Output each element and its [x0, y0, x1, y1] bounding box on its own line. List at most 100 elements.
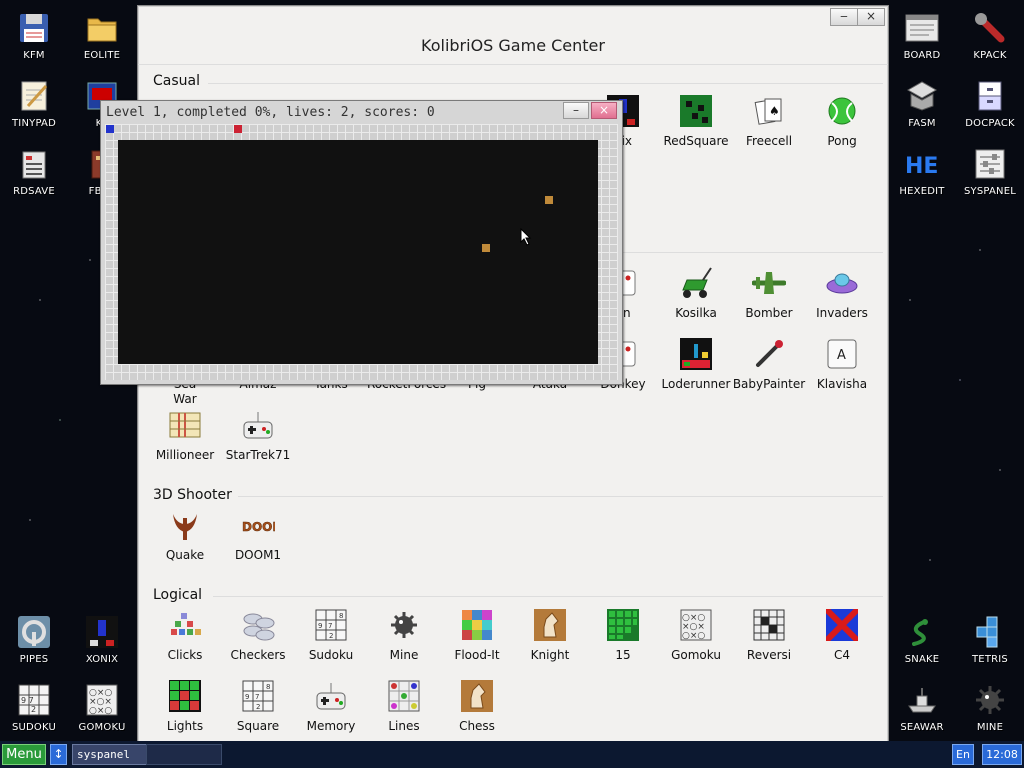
ufo-icon [825, 266, 859, 300]
desktop-icon-fasm[interactable]: FASM [888, 78, 956, 129]
desktop-icon-tetris[interactable]: TETRIS [956, 614, 1024, 665]
game-reversi[interactable]: Reversi [732, 608, 806, 662]
game-millioneer[interactable]: Millioneer [148, 408, 222, 462]
seawar-icon [904, 682, 940, 718]
pipette-icon [752, 337, 786, 371]
game-label: Lines [388, 719, 420, 733]
desktop-icon-mine[interactable]: MINE [956, 682, 1024, 733]
pipes-icon [16, 614, 52, 650]
desktop-icon-hexedit[interactable]: HE HEXEDIT [888, 146, 956, 197]
desktop-icon-pipes[interactable]: PIPES [0, 614, 68, 665]
board-icon [904, 10, 940, 46]
close-button[interactable]: × [591, 102, 617, 119]
desktop-icon-label: PIPES [19, 654, 49, 665]
minimize-button[interactable]: ‒ [830, 8, 858, 26]
c4-icon [825, 608, 859, 642]
desktop-icon-label: SNAKE [904, 654, 940, 665]
section-divider [213, 596, 883, 597]
game-startrek71[interactable]: StarTrek71 [221, 408, 295, 462]
desktop-icon-docpack[interactable]: DOCPACK [956, 78, 1024, 129]
svg-text:7: 7 [328, 622, 332, 630]
game-c4[interactable]: C4 [805, 608, 879, 662]
section-divider [238, 496, 883, 497]
game-mine[interactable]: Mine [367, 608, 441, 662]
game-doom1[interactable]: DOOM DOOM1 [221, 508, 295, 562]
game-babypainter[interactable]: BabyPainter [732, 337, 806, 391]
desktop-icon-seawar[interactable]: SEAWAR [888, 682, 956, 733]
svg-text:8: 8 [339, 612, 343, 620]
svg-text:2: 2 [31, 705, 36, 714]
checkers-icon [241, 608, 275, 642]
game-checkers[interactable]: Checkers [221, 608, 295, 662]
game-label: 15 [615, 648, 631, 662]
game-klavisha[interactable]: A Klavisha [805, 337, 879, 391]
game-quake[interactable]: Quake [148, 508, 222, 562]
minimize-button[interactable]: – [563, 102, 589, 119]
desktop-icon-label: FASM [908, 118, 936, 129]
desktop-icon-kpack[interactable]: KPACK [956, 10, 1024, 61]
game-label: Quake [165, 548, 205, 562]
section-title-logical: Logical [153, 587, 203, 603]
game-kosilka[interactable]: Kosilka [659, 266, 733, 320]
game-15[interactable]: 15 [586, 608, 660, 662]
game-lights[interactable]: Lights [148, 679, 222, 733]
game-freecell[interactable]: ♠ Freecell [732, 94, 806, 148]
game-gomoku[interactable]: ○×○ ×○× ○×○ Gomoku [659, 608, 733, 662]
desktop-icon-label: GOMOKU [78, 722, 126, 733]
game-invaders[interactable]: Invaders [805, 266, 879, 320]
game-square[interactable]: 8 97 2 Square [221, 679, 295, 733]
game-knight[interactable]: Knight [513, 608, 587, 662]
game-flood-it[interactable]: Flood-It [440, 608, 514, 662]
switch-windows-button[interactable]: ↕ [50, 744, 67, 765]
desktop-icon-xonix[interactable]: XONIX [68, 614, 136, 665]
game-center-titlebar[interactable]: ‒ × KolibriOS Game Center [138, 6, 888, 65]
game-clicks[interactable]: Clicks [148, 608, 222, 662]
taskbar-item-syspanel[interactable]: syspanel [72, 744, 148, 765]
desktop-icon-board[interactable]: BOARD [888, 10, 956, 61]
game-lines[interactable]: Lines [367, 679, 441, 733]
desktop-icon-rdsave[interactable]: RDSAVE [0, 146, 68, 197]
game-label: Memory [306, 719, 356, 733]
xonix-play-field[interactable] [118, 140, 598, 364]
wrench-icon [972, 10, 1008, 46]
game-memory[interactable]: Memory [294, 679, 368, 733]
mine-icon [387, 608, 421, 642]
desktop-icon-tinypad[interactable]: TINYPAD [0, 78, 68, 129]
svg-text:DOOM: DOOM [242, 520, 275, 534]
language-indicator[interactable]: En [952, 744, 974, 765]
section-title-3d-shooter: 3D Shooter [153, 487, 232, 503]
flood-it-icon [460, 608, 494, 642]
game-label: Freecell [745, 134, 793, 148]
game-loderunner[interactable]: Loderunner [659, 337, 733, 391]
desktop-icon-sudoku[interactable]: 9 72 SUDOKU [0, 682, 68, 733]
game-chess[interactable]: Chess [440, 679, 514, 733]
desktop-icon-syspanel[interactable]: SYSPANEL [956, 146, 1024, 197]
game-label: Pong [827, 134, 857, 148]
taskbar-item-empty[interactable] [146, 744, 222, 765]
svg-text:9: 9 [245, 693, 249, 701]
desktop-icon-eolite[interactable]: EOLITE [68, 10, 136, 61]
game-pong[interactable]: Pong [805, 94, 879, 148]
desktop-icon-label: SUDOKU [11, 722, 57, 733]
desktop-icon-kfm[interactable]: KFM [0, 10, 68, 61]
square-icon: 8 97 2 [241, 679, 275, 713]
clock[interactable]: 12:08 [982, 744, 1022, 765]
gomoku-icon: ○×○ ×○× ○×○ [679, 608, 713, 642]
game-sudoku[interactable]: 8 97 2 Sudoku [294, 608, 368, 662]
game-label: Invaders [816, 306, 868, 320]
menu-button[interactable]: Menu [2, 744, 46, 765]
gamepad-icon [241, 408, 275, 442]
game-bomber[interactable]: Bomber [732, 266, 806, 320]
game-redsquare[interactable]: RedSquare [659, 94, 733, 148]
lights-icon [168, 679, 202, 713]
svg-text:HE: HE [905, 154, 938, 179]
cards-icon: ♠ [752, 94, 786, 128]
loderunner-icon [679, 337, 713, 371]
hexedit-icon: HE [904, 146, 940, 182]
xonix-status-title[interactable]: Level 1, completed 0%, lives: 2, scores:… [106, 105, 435, 120]
close-button[interactable]: × [857, 8, 885, 26]
desktop-icon-snake[interactable]: SNAKE [888, 614, 956, 665]
desktop-icon-gomoku[interactable]: ○×○ ×○× ○×○ GOMOKU [68, 682, 136, 733]
doom-icon: DOOM [241, 508, 275, 542]
desktop-icon-label: SYSPANEL [963, 186, 1016, 197]
